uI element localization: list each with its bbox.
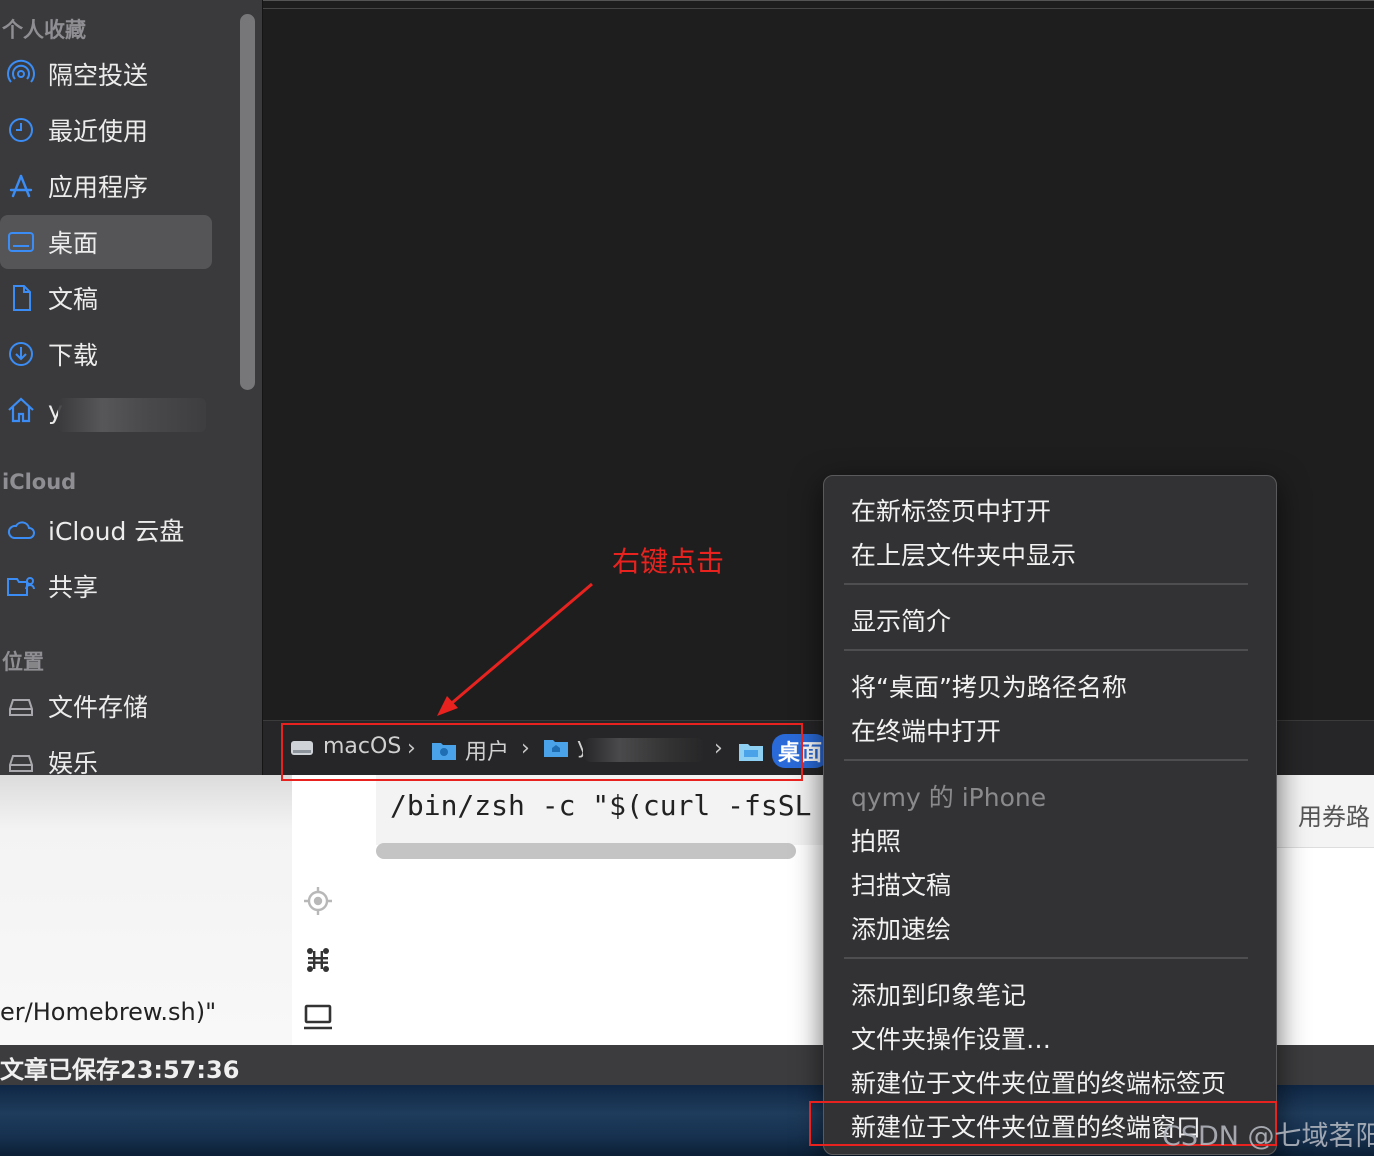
- editor-right-label: 用券路: [1298, 803, 1370, 831]
- sidebar-item-label: 娱乐: [48, 749, 99, 775]
- sidebar-item-label: 应用程序: [48, 173, 149, 202]
- menu-item-new-terminal-tab-at-folder[interactable]: 新建位于文件夹位置的终端标签页: [851, 1064, 1226, 1100]
- laptop-icon[interactable]: [300, 999, 336, 1035]
- menu-separator: [844, 583, 1248, 585]
- menu-separator: [844, 957, 1248, 959]
- sidebar-item-applications[interactable]: 应用程序: [0, 159, 212, 213]
- menu-item-open-in-terminal[interactable]: 在终端中打开: [851, 712, 1001, 748]
- locate-icon[interactable]: [300, 883, 336, 919]
- sidebar-item-airdrop[interactable]: 隔空投送: [0, 47, 212, 101]
- divider: [263, 8, 1374, 9]
- sidebar-item-downloads[interactable]: 下载: [0, 327, 212, 381]
- menu-item-folder-actions-setup[interactable]: 文件夹操作设置…: [851, 1020, 1051, 1056]
- applications-icon: [1, 168, 41, 204]
- airdrop-icon: [1, 56, 41, 92]
- desktop-icon: [1, 224, 41, 260]
- sidebar-item-documents[interactable]: 文稿: [0, 271, 212, 325]
- home-icon: [1, 392, 41, 428]
- annotation-box-pathbar: [281, 723, 803, 781]
- finder-sidebar: 个人收藏 隔空投送 最近使用 应用程序 桌面 文稿 下载 y iCloud iC…: [0, 0, 263, 775]
- clock-icon: [1, 112, 41, 148]
- favorites-header: 个人收藏: [2, 18, 86, 42]
- sidebar-item-file-storage[interactable]: 文件存储: [0, 679, 212, 733]
- redacted-username: [58, 398, 206, 432]
- annotation-label: 右键点击: [612, 545, 725, 578]
- download-icon: [1, 336, 41, 372]
- menu-separator: [844, 759, 1248, 761]
- menu-item-show-in-enclosing-folder[interactable]: 在上层文件夹中显示: [851, 536, 1076, 572]
- menu-item-open-in-new-tab[interactable]: 在新标签页中打开: [851, 492, 1051, 528]
- sidebar-item-shared[interactable]: 共享: [0, 559, 212, 613]
- menu-item-get-info[interactable]: 显示简介: [851, 602, 951, 638]
- sidebar-item-label: 最近使用: [48, 117, 149, 146]
- sidebar-item-label: 文件存储: [48, 693, 149, 722]
- sidebar-item-label: iCloud 云盘: [48, 517, 185, 546]
- document-icon: [1, 280, 41, 316]
- sidebar-item-recents[interactable]: 最近使用: [0, 103, 212, 157]
- menu-item-add-sketch[interactable]: 添加速绘: [851, 910, 951, 946]
- disk-icon: [1, 744, 41, 775]
- menu-section-iphone: qymy 的 iPhone: [851, 783, 1047, 812]
- sidebar-item-icloud-drive[interactable]: iCloud 云盘: [0, 503, 212, 557]
- code-fragment: er/Homebrew.sh)": [0, 998, 217, 1026]
- sidebar-scrollbar[interactable]: [240, 14, 255, 390]
- menu-item-take-photo[interactable]: 拍照: [851, 822, 901, 858]
- shared-folder-icon: [1, 568, 41, 604]
- menu-item-scan-documents[interactable]: 扫描文稿: [851, 866, 951, 902]
- sidebar-item-label: 共享: [48, 573, 99, 602]
- context-menu: 在新标签页中打开 在上层文件夹中显示 显示简介 将“桌面”拷贝为路径名称 在终端…: [823, 475, 1277, 1155]
- sidebar-item-label: 隔空投送: [48, 61, 149, 90]
- locations-header: 位置: [2, 650, 44, 674]
- save-status-text: 文章已保存23:57:36: [0, 1056, 240, 1084]
- watermark: CSDN @七域茗阳: [1162, 1121, 1374, 1152]
- sidebar-item-label: 下载: [48, 341, 99, 370]
- code-line: /bin/zsh -c "$(curl -fsSL: [390, 789, 812, 822]
- menu-separator: [844, 649, 1248, 651]
- icloud-header: iCloud: [2, 470, 77, 494]
- code-scrollbar[interactable]: [376, 843, 796, 859]
- sidebar-item-label: 文稿: [48, 285, 99, 314]
- sidebar-item-desktop[interactable]: 桌面: [0, 215, 212, 269]
- sidebar-item-entertainment[interactable]: 娱乐: [0, 735, 212, 775]
- cloud-icon: [1, 512, 41, 548]
- shortcut-icon[interactable]: [300, 942, 336, 978]
- menu-item-copy-as-pathname[interactable]: 将“桌面”拷贝为路径名称: [851, 668, 1127, 704]
- sidebar-item-label: 桌面: [48, 229, 99, 258]
- disk-icon: [1, 688, 41, 724]
- menu-item-add-to-evernote[interactable]: 添加到印象笔记: [851, 976, 1026, 1012]
